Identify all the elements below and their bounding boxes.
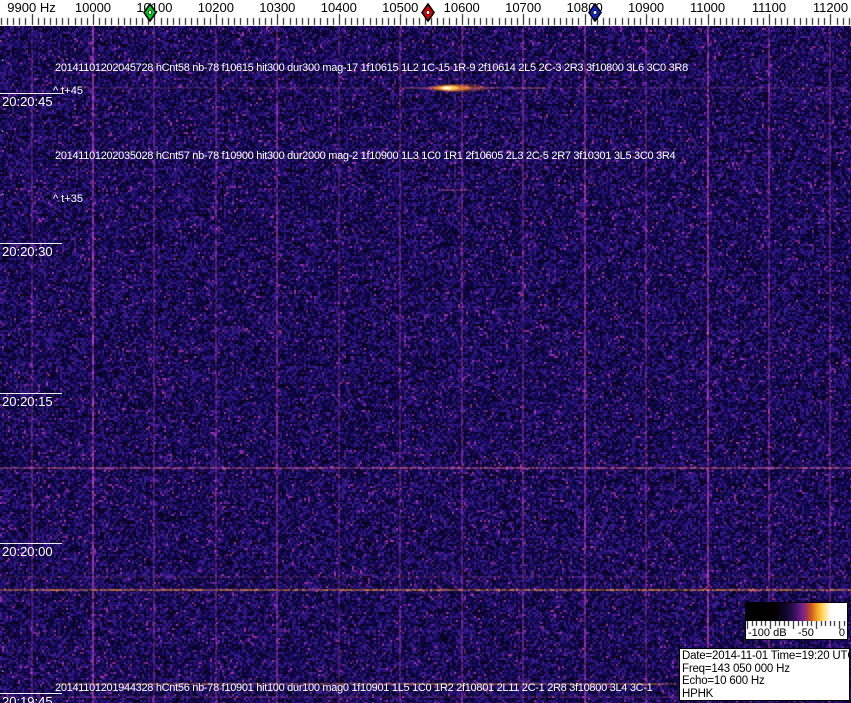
info-station-line: HPHK (682, 688, 847, 701)
colorbar-scale: -100 dB -50 0 (746, 621, 847, 639)
marker-green-icon (143, 3, 157, 22)
colorbar-gradient (746, 603, 847, 621)
freq-label-11200: 11200 (813, 0, 848, 15)
freq-label-10600: 10600 (444, 0, 480, 15)
event-caret-1: ^ t+45 (53, 85, 83, 97)
time-minor-mark: ` (1, 62, 4, 68)
event-caret-2: ^ t+35 (53, 193, 83, 205)
info-date-line: Date=2014-11-01 Time=19:20 UTC (682, 650, 847, 663)
spectrogram-app: 9900 Hz100001010010200103001040010500106… (0, 0, 851, 703)
time-label-201945: 20:19:45 (2, 695, 53, 703)
marker-red[interactable] (421, 3, 435, 27)
time-minor-mark: ` (1, 196, 4, 202)
detection-text-1: 20141101202045728 hCnt58 nb-78 f10615 hi… (55, 62, 688, 74)
colorbar-label-min: -100 dB (748, 628, 787, 639)
freq-label-10300: 10300 (259, 0, 295, 15)
freq-label-11100: 11100 (752, 0, 786, 15)
freq-label-10000: 10000 (75, 0, 111, 15)
time-label-202015: 20:20:15 (2, 395, 53, 408)
info-echo-line: Echo=10 600 Hz (682, 675, 847, 688)
frequency-ruler[interactable]: 9900 Hz100001010010200103001040010500106… (0, 0, 851, 26)
marker-blue[interactable] (588, 3, 602, 27)
freq-label-10500: 10500 (382, 0, 418, 15)
spectrogram-canvas[interactable] (0, 26, 851, 703)
freq-label-9900: 9900 Hz (7, 0, 55, 15)
freq-label-10400: 10400 (321, 0, 357, 15)
time-minor-mark: ` (1, 133, 4, 139)
info-freq-line: Freq=143 050 000 Hz (682, 663, 847, 676)
freq-label-10200: 10200 (198, 0, 234, 15)
colorbar-legend: -100 dB -50 0 (745, 602, 848, 640)
freq-label-10900: 10900 (628, 0, 664, 15)
detection-text-2: 20141101202035028 hCnt57 nb-78 f10900 hi… (55, 150, 675, 162)
colorbar-label-max: 0 (839, 628, 845, 639)
detection-text-3: 20141101201944328 hCnt56 nb-78 f10901 hi… (55, 682, 653, 694)
marker-green[interactable] (143, 3, 157, 27)
marker-red-icon (421, 3, 435, 22)
time-label-202000: 20:20:00 (2, 545, 53, 558)
info-box: Date=2014-11-01 Time=19:20 UTC Freq=143 … (679, 648, 850, 701)
time-label-202045: 20:20:45 (2, 95, 53, 108)
freq-label-11000: 11000 (690, 0, 725, 15)
freq-label-10700: 10700 (505, 0, 541, 15)
time-minor-mark: ` (1, 673, 4, 679)
time-label-202030: 20:20:30 (2, 245, 53, 258)
marker-blue-icon (588, 3, 602, 22)
colorbar-label-mid: -50 (798, 628, 814, 639)
